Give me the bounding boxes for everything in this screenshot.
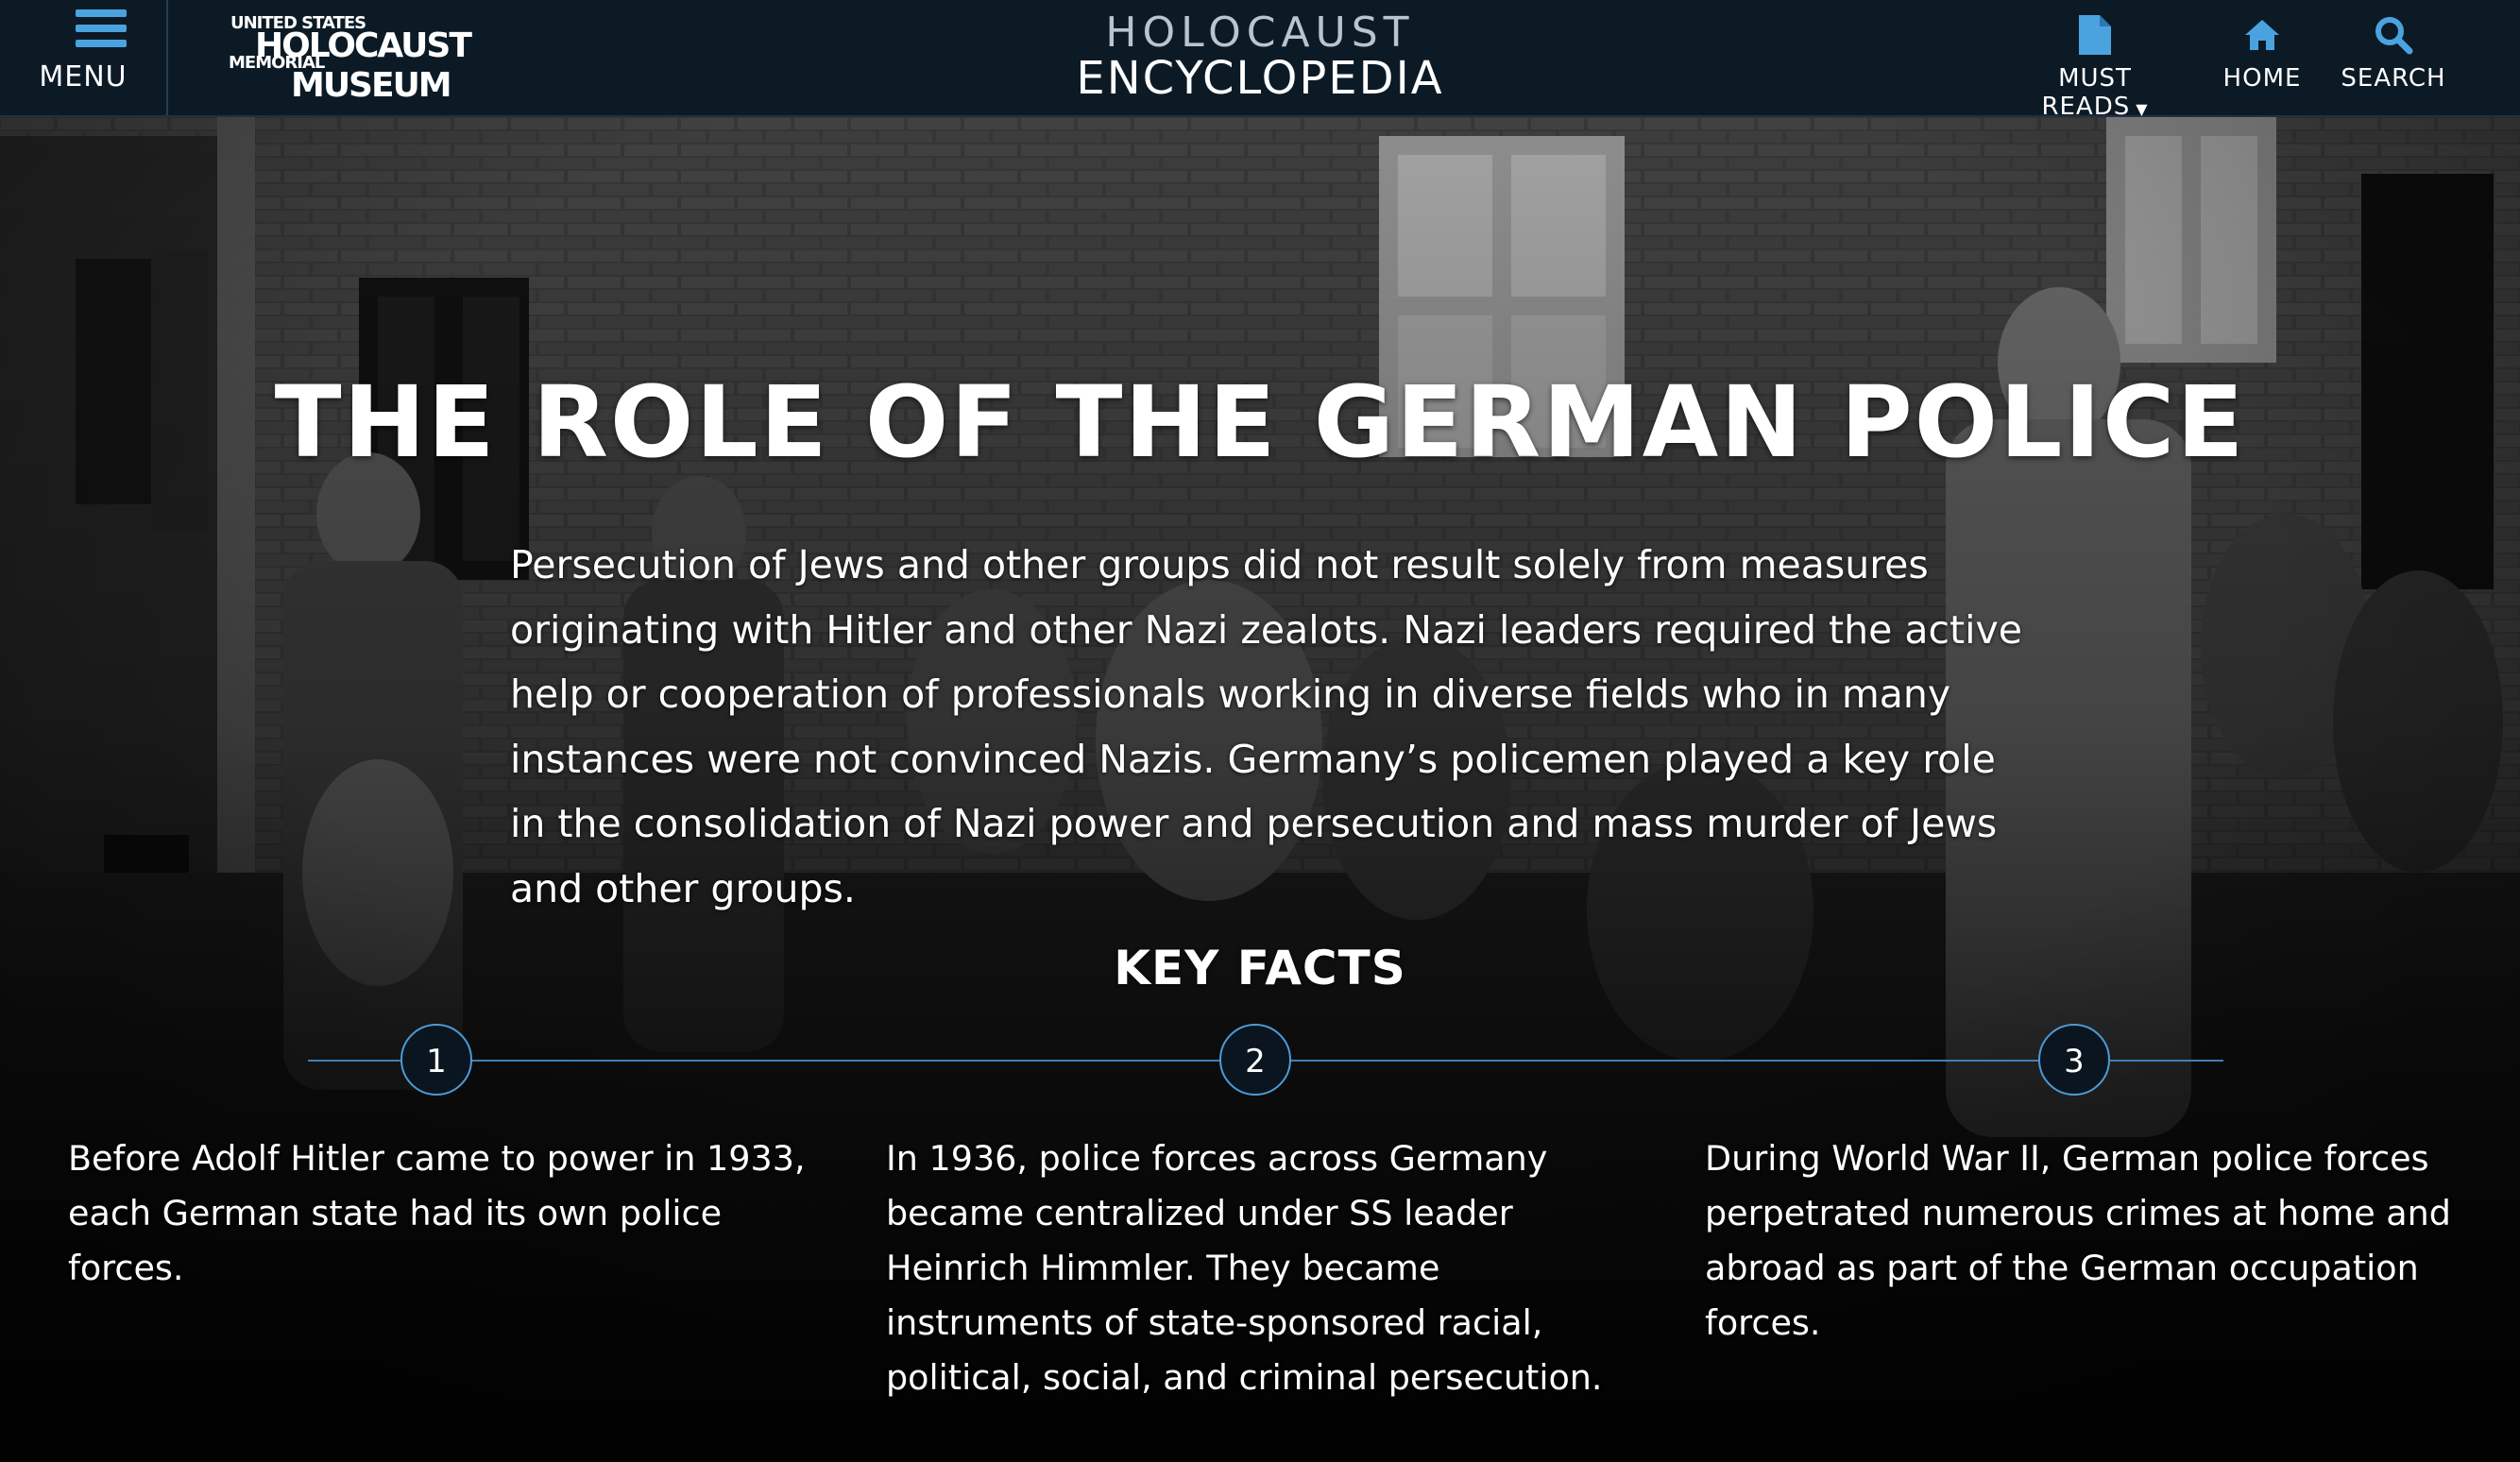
fact-number-2: 2 [1219, 1024, 1291, 1096]
site-header: MENU UNITED STATES HOLOCAUST MEMORIAL MU… [0, 0, 2520, 121]
hero-section: THE ROLE OF THE GERMAN POLICE Persecutio… [0, 117, 2520, 1462]
fact-number-3: 3 [2038, 1024, 2110, 1096]
hamburger-icon [76, 9, 127, 55]
menu-button[interactable]: MENU [0, 0, 168, 115]
page-title: THE ROLE OF THE GERMAN POLICE [274, 365, 2246, 480]
nav-search[interactable]: SEARCH [2337, 13, 2450, 108]
document-icon [2079, 15, 2111, 55]
museum-logo[interactable]: UNITED STATES HOLOCAUST MEMORIAL MUSEUM [227, 9, 472, 105]
menu-label: MENU [39, 60, 128, 94]
caret-down-icon: ▼ [2136, 100, 2149, 118]
nav-must-reads[interactable]: MUST READS ▼ [2001, 13, 2189, 121]
key-facts-heading: KEY FACTS [1114, 941, 1406, 995]
fact-text-2: In 1936, police forces across Germany be… [886, 1138, 1603, 1398]
home-icon [2245, 20, 2279, 50]
fact-number-1: 1 [400, 1024, 472, 1096]
nav-search-label: SEARCH [2341, 64, 2446, 93]
intro-paragraph: Persecution of Jews and other groups did… [510, 542, 2022, 911]
nav-must-reads-label: MUST READS [2041, 64, 2132, 121]
fact-text-1: Before Adolf Hitler came to power in 193… [68, 1138, 806, 1288]
fact-text-3: During World War II, German police force… [1705, 1138, 2451, 1343]
nav-home-label: HOME [2222, 64, 2302, 93]
nav-home[interactable]: HOME [2220, 13, 2305, 108]
search-icon [2375, 17, 2413, 55]
